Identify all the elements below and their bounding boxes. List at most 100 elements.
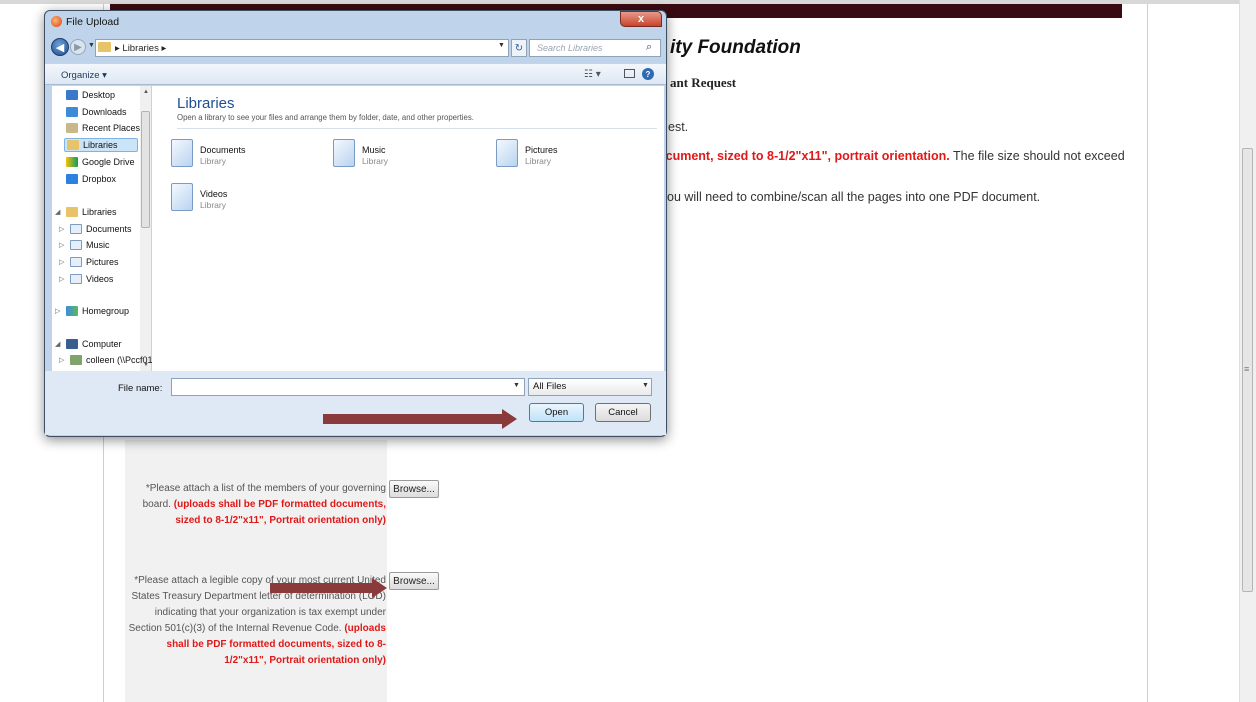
help-icon[interactable]: ?	[642, 68, 654, 80]
collapsed-arrow-icon[interactable]: ▷	[59, 275, 66, 283]
nav-item-label: Homegroup	[82, 306, 130, 316]
pictures-library-icon	[496, 139, 518, 167]
annotation-arrow-open	[323, 409, 517, 429]
cancel-button[interactable]: Cancel	[595, 403, 651, 422]
dialog-titlebar[interactable]	[45, 11, 666, 33]
forward-arrow-icon: ▶	[74, 41, 82, 53]
address-path[interactable]: ▸ Libraries ▸	[115, 43, 166, 54]
file-type-select[interactable]: All Files	[528, 378, 652, 396]
libraries-folder-icon	[98, 42, 111, 52]
music-icon	[70, 240, 82, 250]
preview-pane-icon[interactable]	[624, 69, 635, 78]
libraries-description: Open a library to see your files and arr…	[177, 113, 474, 122]
nav-item-label: Videos	[86, 274, 114, 284]
dropbox-icon	[66, 174, 78, 184]
recent-places-icon	[66, 123, 78, 133]
documents-icon	[70, 224, 82, 234]
nav-item-pictures[interactable]: ▷ Pictures	[59, 257, 119, 267]
expanded-arrow-icon[interactable]: ◢	[55, 208, 62, 216]
network-drive-icon	[70, 355, 82, 365]
nav-item-label: Music	[86, 240, 110, 250]
file-name-label: File name:	[118, 383, 163, 394]
library-item-music[interactable]: Music Library	[329, 139, 474, 179]
nav-pane-scrollbar-thumb[interactable]	[141, 111, 150, 228]
refresh-icon: ↻	[514, 42, 524, 54]
nav-item-label: Dropbox	[82, 174, 117, 184]
firefox-icon	[51, 16, 62, 27]
expanded-arrow-icon[interactable]: ◢	[55, 340, 62, 348]
nav-item-dropbox[interactable]: Dropbox	[66, 174, 116, 184]
close-button[interactable]: x	[620, 11, 662, 27]
nav-item-desktop[interactable]: Desktop	[66, 90, 115, 100]
page-title: ity Foundation	[670, 37, 801, 58]
search-icon[interactable]: ⌕	[646, 41, 652, 54]
back-arrow-icon: ◀	[55, 41, 65, 54]
arrow-shaft	[270, 583, 374, 593]
library-item-label: Documents Library	[200, 145, 246, 167]
collapsed-arrow-icon[interactable]: ▷	[59, 225, 66, 233]
back-button[interactable]: ◀	[51, 38, 69, 56]
nav-item-videos[interactable]: ▷ Videos	[59, 274, 113, 284]
nav-item-label: Libraries	[82, 207, 117, 217]
organize-menu-button[interactable]: Organize ▾	[61, 70, 107, 81]
nav-item-label: Google Drive	[82, 157, 135, 167]
dialog-toolbar	[45, 63, 666, 85]
nav-item-network-drive[interactable]: ▷ colleen (\\Pccf01	[59, 355, 153, 365]
nav-item-downloads[interactable]: Downloads	[66, 107, 127, 117]
library-type: Library	[200, 200, 226, 210]
address-chevron-down-icon[interactable]: ▼	[498, 42, 505, 49]
nav-item-documents[interactable]: ▷ Documents	[59, 224, 132, 234]
instruction-line-2: ocument, sized to 8-1/2"x11", portrait o…	[658, 149, 1125, 163]
arrow-head-icon	[372, 578, 387, 598]
lod-browse-button[interactable]: Browse...	[389, 572, 439, 590]
arrow-head-icon	[502, 409, 517, 429]
libraries-icon	[67, 140, 79, 150]
annotation-arrow-browse	[270, 578, 387, 598]
grip-icon: ≡	[1244, 364, 1250, 374]
nav-item-label: Computer	[82, 339, 122, 349]
collapsed-arrow-icon[interactable]: ▷	[55, 307, 62, 315]
library-item-label: Pictures Library	[525, 145, 558, 167]
libraries-icon	[66, 207, 78, 217]
documents-library-icon	[171, 139, 193, 167]
scroll-up-arrow-icon[interactable]: ▲	[143, 89, 149, 95]
library-type: Library	[362, 156, 388, 166]
nav-item-google-drive[interactable]: Google Drive	[66, 157, 135, 167]
desktop-icon	[66, 90, 78, 100]
forward-button[interactable]: ▶	[70, 39, 86, 55]
governing-board-label: *Please attach a list of the members of …	[128, 481, 386, 529]
change-view-icon[interactable]: ☷ ▾	[584, 69, 601, 80]
file-name-input[interactable]	[171, 378, 525, 396]
music-library-icon	[333, 139, 355, 167]
recent-locations-chevron-icon[interactable]: ▼	[88, 42, 95, 49]
nav-item-label: Recent Places	[82, 123, 141, 133]
videos-icon	[70, 274, 82, 284]
instruction-size-note: The file size should not exceed	[949, 149, 1125, 163]
library-name: Documents	[200, 145, 246, 155]
open-button[interactable]: Open	[529, 403, 584, 422]
nav-item-computer[interactable]: ◢ Computer	[55, 339, 122, 349]
downloads-icon	[66, 107, 78, 117]
nav-item-libraries[interactable]: ◢ Libraries	[55, 207, 117, 217]
arrow-shaft	[323, 414, 503, 424]
library-item-pictures[interactable]: Pictures Library	[492, 139, 637, 179]
collapsed-arrow-icon[interactable]: ▷	[59, 258, 66, 266]
library-type: Library	[525, 156, 551, 166]
instruction-line-3: ou will need to combine/scan all the pag…	[667, 190, 1041, 204]
collapsed-arrow-icon[interactable]: ▷	[59, 241, 66, 249]
library-item-documents[interactable]: Documents Library	[167, 139, 312, 179]
file-type-chevron-down-icon[interactable]: ▼	[642, 382, 649, 389]
library-item-videos[interactable]: Videos Library	[167, 183, 312, 223]
nav-item-music[interactable]: ▷ Music	[59, 240, 110, 250]
nav-item-libraries-favorite[interactable]: Libraries	[64, 138, 138, 152]
nav-item-homegroup[interactable]: ▷ Homegroup	[55, 306, 129, 316]
library-type: Library	[200, 156, 226, 166]
refresh-button[interactable]: ↻	[511, 39, 527, 57]
collapsed-arrow-icon[interactable]: ▷	[59, 356, 66, 364]
nav-item-recent-places[interactable]: Recent Places	[66, 123, 140, 133]
nav-item-label: Desktop	[82, 90, 116, 100]
library-item-label: Videos Library	[200, 189, 227, 211]
file-name-chevron-down-icon[interactable]: ▼	[513, 382, 520, 389]
governing-board-browse-button[interactable]: Browse...	[389, 480, 439, 498]
library-item-label: Music Library	[362, 145, 388, 167]
